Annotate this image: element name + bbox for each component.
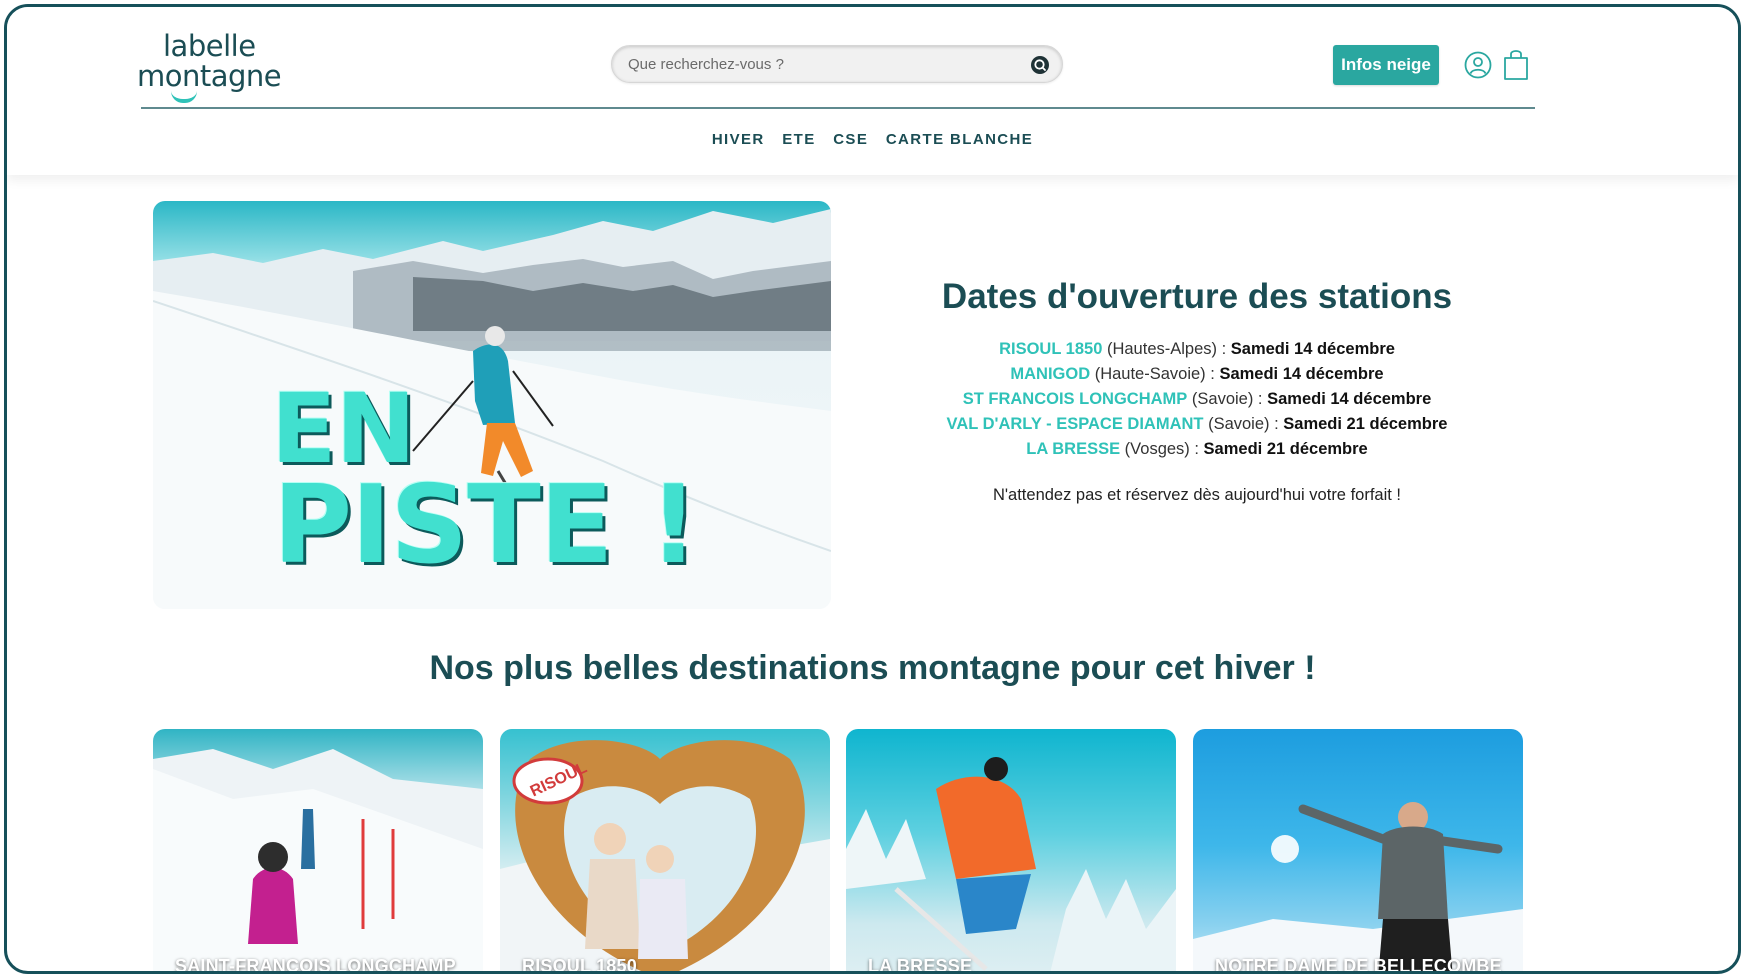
search-bar <box>611 45 1063 83</box>
destination-card[interactable]: RISOUL RISOUL 1850 <box>500 729 830 974</box>
page-frame: labelle montagne Infos neige HIVER ET <box>4 4 1741 974</box>
card-label: LA BRESSE <box>868 956 973 974</box>
booking-note: N'attendez pas et réservez dès aujourd'h… <box>992 486 1402 504</box>
opening-date-row: ST FRANCOIS LONGCHAMP (Savoie) : Samedi … <box>867 387 1527 412</box>
hero-banner[interactable]: EN PISTE ! <box>153 201 831 609</box>
station-region: (Savoie) : <box>1187 390 1268 408</box>
destinations-title: Nos plus belles destinations montagne po… <box>429 649 1316 687</box>
card-photo <box>846 757 1176 971</box>
user-icon[interactable] <box>1464 51 1492 79</box>
logo-line1: labelle <box>163 29 256 63</box>
station-date: Samedi 21 décembre <box>1203 440 1368 458</box>
nav-item-carte-blanche[interactable]: CARTE BLANCHE <box>886 131 1033 148</box>
infos-neige-button[interactable]: Infos neige <box>1333 45 1439 85</box>
destination-cards: SAINT-FRANCOIS LONGCHAMP RISOUL RISOUL 1… <box>153 729 1531 974</box>
header-divider <box>141 107 1535 109</box>
station-region: (Vosges) : <box>1120 440 1204 458</box>
hero-title-line2: PISTE ! <box>273 463 698 588</box>
destination-card[interactable]: LA BRESSE <box>846 729 1176 974</box>
station-date: Samedi 14 décembre <box>1267 390 1432 408</box>
nav-item-cse[interactable]: CSE <box>833 131 868 148</box>
station-link[interactable]: MANIGOD <box>1010 365 1090 383</box>
logo-smile <box>171 91 197 103</box>
card-label: NOTRE DAME DE BELLECOMBE <box>1215 956 1502 974</box>
station-link[interactable]: ST FRANCOIS LONGCHAMP <box>963 390 1188 408</box>
shopping-bag-icon[interactable] <box>1502 47 1530 81</box>
station-region: (Savoie) : <box>1203 415 1284 433</box>
station-date: Samedi 14 décembre <box>1230 340 1395 358</box>
site-header: labelle montagne Infos neige HIVER ET <box>7 7 1738 175</box>
card-label: SAINT-FRANCOIS LONGCHAMP <box>175 956 456 974</box>
card-photo <box>153 749 483 971</box>
destination-card[interactable]: NOTRE DAME DE BELLECOMBE <box>1193 729 1523 974</box>
station-region: (Hautes-Alpes) : <box>1102 340 1231 358</box>
station-date: Samedi 14 décembre <box>1219 365 1384 383</box>
opening-dates-title: Dates d'ouverture des stations <box>941 277 1453 316</box>
destination-card[interactable]: SAINT-FRANCOIS LONGCHAMP <box>153 729 483 974</box>
logo-line2: montagne <box>137 59 282 93</box>
opening-date-row: MANIGOD (Haute-Savoie) : Samedi 14 décem… <box>867 362 1527 387</box>
nav-item-hiver[interactable]: HIVER <box>712 131 765 148</box>
card-label: RISOUL 1850 <box>522 956 637 974</box>
nav-item-ete[interactable]: ETE <box>782 131 815 148</box>
search-input[interactable] <box>628 51 1008 77</box>
station-link[interactable]: VAL D'ARLY - ESPACE DIAMANT <box>947 415 1204 433</box>
search-icon[interactable] <box>1030 55 1050 75</box>
station-date: Samedi 21 décembre <box>1283 415 1448 433</box>
card-photo <box>1193 802 1523 971</box>
station-region: (Haute-Savoie) : <box>1090 365 1220 383</box>
opening-dates-panel: Dates d'ouverture des stations RISOUL 18… <box>867 277 1527 505</box>
site-logo[interactable]: labelle montagne <box>137 29 282 105</box>
opening-date-row: RISOUL 1850 (Hautes-Alpes) : Samedi 14 d… <box>867 337 1527 362</box>
opening-date-row: VAL D'ARLY - ESPACE DIAMANT (Savoie) : S… <box>867 412 1527 437</box>
station-link[interactable]: RISOUL 1850 <box>999 340 1102 358</box>
main-nav: HIVER ETE CSE CARTE BLANCHE <box>7 131 1738 148</box>
opening-date-row: LA BRESSE (Vosges) : Samedi 21 décembre <box>867 437 1527 462</box>
card-photo: RISOUL <box>500 740 830 971</box>
station-link[interactable]: LA BRESSE <box>1026 440 1120 458</box>
